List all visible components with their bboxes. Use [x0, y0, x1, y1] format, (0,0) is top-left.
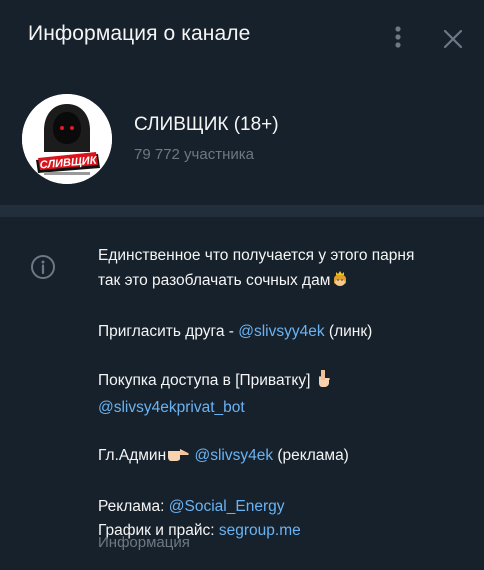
ads-link[interactable]: @Social_Energy [169, 498, 285, 515]
admin-prefix: Гл.Админ [98, 447, 167, 464]
panel-title: Информация о канале [28, 22, 251, 45]
admin-link[interactable]: @slivsy4ek [194, 447, 273, 464]
price-link[interactable]: segroup.me [219, 522, 301, 539]
more-options-button[interactable] [384, 22, 412, 52]
info-icon [31, 255, 55, 279]
channel-name: СЛИВЩИК (18+) [134, 114, 279, 135]
invite-link[interactable]: @slivsyy4ek [238, 323, 324, 340]
purchase-bot-link[interactable]: @slivsy4ekprivat_bot [98, 399, 245, 416]
purchase-line: Покупка доступа в [Приватку] [98, 368, 468, 396]
section-divider [0, 205, 484, 217]
description-line: Единственное что получается у этого парн… [98, 244, 468, 268]
channel-logo: СЛИВЩИК [22, 94, 112, 184]
channel-info-panel: Информация о канале СЛИВЩИК СЛИВЩИК (18+… [0, 0, 484, 570]
close-button[interactable] [438, 24, 468, 54]
invite-line: Пригласить друга - @slivsyy4ek (линк) [98, 320, 468, 344]
header: Информация о канале [0, 0, 484, 76]
point-right-emoji [166, 445, 190, 471]
ads-line: Реклама: @Social_Energy [98, 495, 468, 519]
admin-suffix: (реклама) [273, 447, 349, 464]
channel-avatar[interactable]: СЛИВЩИК [22, 94, 112, 184]
point-down-emoji [315, 368, 333, 396]
princess-emoji [330, 268, 350, 296]
description-text-1: Единственное что получается у этого парн… [98, 247, 415, 264]
admin-line: Гл.Админ @slivsy4ek (реклама) [98, 444, 468, 471]
subscriber-count: 79 772 участника [134, 146, 254, 163]
purchase-bot-line: @slivsy4ekprivat_bot [98, 396, 468, 420]
purchase-text: Покупка доступа в [Приватку] [98, 372, 315, 389]
description-line: так это разоблачать сочных дам [98, 268, 468, 296]
channel-description: Единственное что получается у этого парн… [98, 244, 468, 543]
info-caption: Информация [98, 534, 190, 551]
more-vertical-icon [395, 26, 401, 48]
ads-prefix: Реклама: [98, 498, 169, 515]
close-icon [443, 29, 463, 49]
invite-suffix: (линк) [324, 323, 373, 340]
invite-prefix: Пригласить друга - [98, 323, 239, 340]
description-text-2: так это разоблачать сочных дам [98, 272, 331, 289]
channel-summary: СЛИВЩИК СЛИВЩИК (18+) 79 772 участника [0, 86, 484, 196]
